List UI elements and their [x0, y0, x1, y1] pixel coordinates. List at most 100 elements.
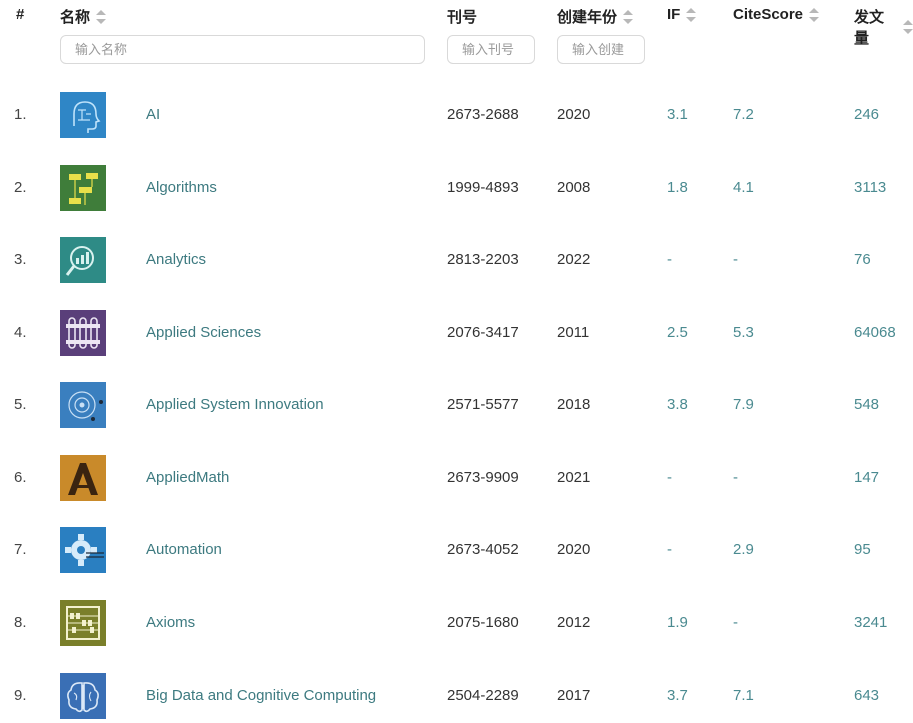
table-row: 4. Applied Sciences 2076-3417 2011 2.5 5…	[0, 310, 913, 356]
journal-name-link[interactable]: Analytics	[146, 237, 206, 283]
issn-value: 2813-2203	[447, 251, 519, 268]
brain-icon[interactable]	[60, 673, 106, 719]
col-year-header[interactable]: 创建年份	[557, 6, 634, 27]
citescore-value: 7.2	[733, 106, 754, 123]
sort-icon[interactable]	[809, 7, 820, 22]
sort-icon[interactable]	[96, 9, 107, 24]
journal-name-link[interactable]: AI	[146, 92, 160, 138]
abacus-icon[interactable]	[60, 600, 106, 646]
col-name-label: 名称	[60, 9, 91, 26]
col-if-header[interactable]: IF	[667, 6, 697, 23]
journal-name-link[interactable]: AppliedMath	[146, 455, 229, 501]
year-value: 2008	[557, 179, 591, 196]
issn-value: 2571-5577	[447, 396, 519, 413]
col-citescore-label: CiteScore	[733, 6, 804, 23]
citescore-value: -	[733, 469, 738, 486]
issn-filter-input[interactable]	[447, 35, 535, 64]
issn-value: 2075-1680	[447, 614, 519, 631]
if-value: 3.7	[667, 687, 688, 704]
col-index-label: #	[16, 6, 25, 23]
if-value: 2.5	[667, 324, 688, 341]
name-filter-input[interactable]	[60, 35, 425, 64]
row-index: 8.	[14, 614, 27, 631]
issn-value: 2076-3417	[447, 324, 519, 341]
col-citescore-header[interactable]: CiteScore	[733, 6, 820, 23]
issn-value: 2673-4052	[447, 541, 519, 558]
articles-value: 3113	[854, 179, 887, 196]
magnifier-chart-icon[interactable]	[60, 237, 106, 283]
col-if-label: IF	[667, 6, 681, 23]
journal-table: # 名称 刊号 创建年份 IF CiteScore 发文量 1. AI 2673…	[0, 0, 913, 723]
sort-icon[interactable]	[686, 7, 697, 22]
year-value: 2022	[557, 251, 591, 268]
head-circuit-icon[interactable]	[60, 92, 106, 138]
row-index: 3.	[14, 251, 27, 268]
col-index-header: #	[16, 6, 24, 23]
citescore-value: -	[733, 251, 738, 268]
citescore-value: 2.9	[733, 541, 754, 558]
journal-name-link[interactable]: Big Data and Cognitive Computing	[146, 673, 376, 719]
year-value: 2021	[557, 469, 591, 486]
col-issn-label: 刊号	[447, 9, 478, 26]
row-index: 7.	[14, 541, 27, 558]
row-index: 5.	[14, 396, 27, 413]
year-filter-input[interactable]	[557, 35, 645, 64]
journal-name-link[interactable]: Applied System Innovation	[146, 382, 324, 428]
issn-value: 1999-4893	[447, 179, 519, 196]
year-value: 2011	[557, 324, 590, 341]
table-row: 6. AppliedMath 2673-9909 2021 - - 147	[0, 455, 913, 501]
if-value: 1.8	[667, 179, 688, 196]
year-value: 2018	[557, 396, 591, 413]
if-value: 3.1	[667, 106, 688, 123]
row-index: 4.	[14, 324, 27, 341]
table-row: 7. Automation 2673-4052 2020 - 2.9 95	[0, 527, 913, 573]
if-value: -	[667, 469, 672, 486]
row-index: 2.	[14, 179, 27, 196]
journal-name-link[interactable]: Applied Sciences	[146, 310, 261, 356]
col-articles-header[interactable]: 发文量	[854, 6, 913, 48]
if-value: 1.9	[667, 614, 688, 631]
citescore-value: -	[733, 614, 738, 631]
if-value: -	[667, 251, 672, 268]
if-value: 3.8	[667, 396, 688, 413]
table-row: 8. Axioms 2075-1680 2012 1.9 - 3241	[0, 600, 913, 646]
col-issn-header: 刊号	[447, 6, 477, 27]
table-row: 1. AI 2673-2688 2020 3.1 7.2 246	[0, 92, 913, 138]
articles-value: 64068	[854, 324, 896, 341]
citescore-value: 4.1	[733, 179, 754, 196]
journal-name-link[interactable]: Automation	[146, 527, 222, 573]
sort-icon[interactable]	[903, 20, 913, 34]
articles-value: 3241	[854, 614, 888, 631]
articles-value: 548	[854, 396, 880, 413]
journal-name-link[interactable]: Algorithms	[146, 165, 217, 211]
issn-value: 2673-2688	[447, 106, 519, 123]
issn-value: 2673-9909	[447, 469, 519, 486]
issn-value: 2504-2289	[447, 687, 519, 704]
flowchart-icon[interactable]	[60, 165, 106, 211]
gear-icon[interactable]	[60, 527, 106, 573]
test-tubes-icon[interactable]	[60, 310, 106, 356]
sort-icon[interactable]	[623, 9, 634, 24]
citescore-value: 7.1	[733, 687, 754, 704]
articles-value: 147	[854, 469, 880, 486]
table-row: 2. Algorithms 1999-4893 2008 1.8 4.1 311…	[0, 165, 913, 211]
col-year-label: 创建年份	[557, 9, 618, 26]
articles-value: 76	[854, 251, 871, 268]
year-value: 2020	[557, 106, 591, 123]
citescore-value: 5.3	[733, 324, 754, 341]
table-row: 5. Applied System Innovation 2571-5577 2…	[0, 382, 913, 428]
year-value: 2017	[557, 687, 591, 704]
col-name-header[interactable]: 名称	[60, 6, 107, 27]
orbit-icon[interactable]	[60, 382, 106, 428]
articles-value: 95	[854, 541, 871, 558]
citescore-value: 7.9	[733, 396, 754, 413]
col-articles-label: 发文量	[854, 9, 885, 47]
articles-value: 643	[854, 687, 880, 704]
row-index: 9.	[14, 687, 27, 704]
articles-value: 246	[854, 106, 880, 123]
row-index: 6.	[14, 469, 27, 486]
journal-name-link[interactable]: Axioms	[146, 600, 195, 646]
year-value: 2012	[557, 614, 591, 631]
lambda-icon[interactable]	[60, 455, 106, 501]
table-row: 9. Big Data and Cognitive Computing 2504…	[0, 673, 913, 719]
